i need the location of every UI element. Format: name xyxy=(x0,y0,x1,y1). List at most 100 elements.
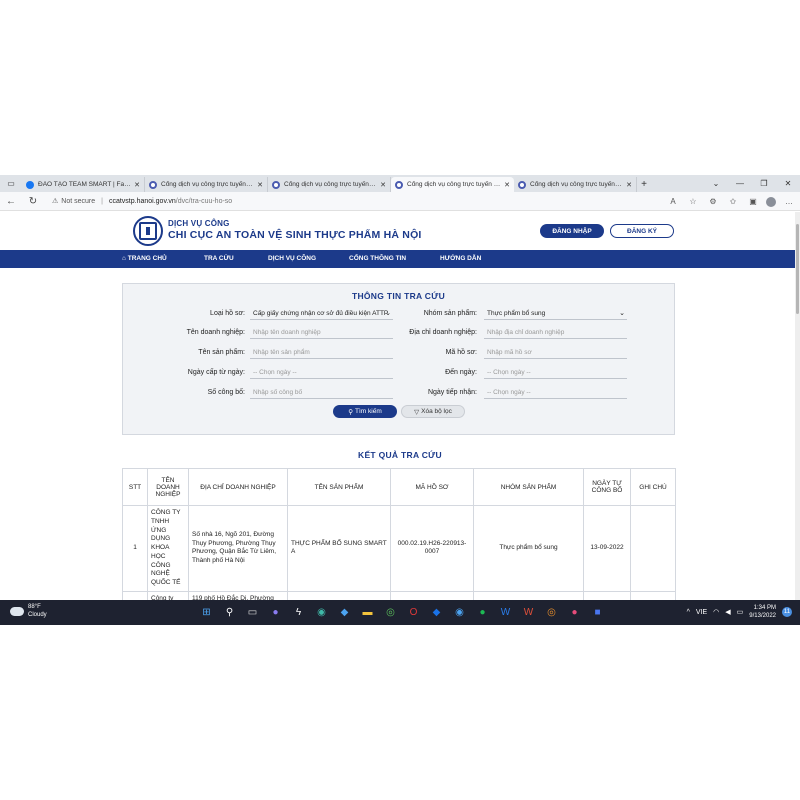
tab-title: Cổng dịch vụ công trực tuyến - Chi cục xyxy=(284,181,377,188)
site-logo-icon[interactable] xyxy=(133,216,163,246)
minimize-icon[interactable]: — xyxy=(728,175,752,192)
column-header[interactable]: ĐỊA CHỈ DOANH NGHIỆP xyxy=(188,468,288,506)
spotify-icon[interactable]: ● xyxy=(474,604,491,621)
taskbar-apps: ⊞ ⚲ ▭ ● ϟ ◉ ◆ ▬ ◎ O ◆ ◉ ● W W ◎ ● ■ xyxy=(198,604,606,621)
weather-widget[interactable]: 88°F Cloudy xyxy=(10,603,47,619)
refresh-icon[interactable]: ↻ xyxy=(22,192,44,211)
nav-item-services[interactable]: DỊCH VỤ CÔNG xyxy=(268,250,316,268)
weather-temp: 88°F xyxy=(28,604,41,610)
company-address-input[interactable]: Nhập địa chỉ doanh nghiệp xyxy=(484,327,627,339)
file-explorer-icon[interactable]: ▬ xyxy=(359,604,376,621)
widgets-icon[interactable]: ϟ xyxy=(290,604,307,621)
dropbox-icon[interactable]: ◆ xyxy=(428,604,445,621)
column-header[interactable]: NHÓM SẢN PHẨM xyxy=(473,468,584,506)
scrollbar-thumb[interactable] xyxy=(796,224,799,314)
volume-icon[interactable]: ◀ xyxy=(725,608,730,616)
received-date-picker[interactable]: -- Chọn ngày -- xyxy=(484,387,627,399)
more-icon[interactable]: … xyxy=(782,197,796,206)
tab-actions-icon[interactable]: ▭ xyxy=(0,175,22,192)
login-button[interactable]: ĐĂNG NHẬP xyxy=(540,224,604,238)
column-header[interactable]: TÊN SẢN PHẨM xyxy=(287,468,391,506)
column-header[interactable]: NGÀY TỰ CÔNG BỐ xyxy=(583,468,631,506)
tab-title: Cổng dịch vụ công trực tuyến - Chi cục xyxy=(161,181,254,188)
table-row[interactable]: 1 CÔNG TY TNHH ỨNG DỤNG KHOA HỌC CÔNG NG… xyxy=(122,505,676,592)
tab-title: Cổng dịch vụ công trực tuyến - Chi cục xyxy=(530,181,623,188)
close-icon[interactable]: ✕ xyxy=(504,181,510,189)
wps-icon[interactable]: W xyxy=(520,604,537,621)
table-header-row: STT TÊN DOANH NGHIỆP ĐỊA CHỈ DOANH NGHIỆ… xyxy=(122,468,676,506)
language-indicator[interactable]: VIE xyxy=(696,609,707,616)
favorite-star-icon[interactable]: ☆ xyxy=(686,197,700,206)
browser-tab-active[interactable]: Cổng dịch vụ công trực tuyến - Chi cục ✕ xyxy=(391,177,514,192)
battery-icon[interactable]: ▭ xyxy=(737,608,744,616)
register-button[interactable]: ĐĂNG KÝ xyxy=(610,224,674,238)
notification-badge[interactable]: 11 xyxy=(782,607,792,617)
extensions-icon[interactable]: ⚙ xyxy=(706,197,720,206)
search-button[interactable]: ⚲ Tìm kiếm xyxy=(333,405,397,418)
field-label: Ngày tiếp nhận: xyxy=(427,389,477,396)
nav-item-lookup[interactable]: TRA CỨU xyxy=(204,250,234,268)
edge-active-icon[interactable]: ◉ xyxy=(451,604,468,621)
browser-tab[interactable]: Cổng dịch vụ công trực tuyến - Chi cục ✕ xyxy=(268,177,391,192)
page-scrollbar[interactable] xyxy=(795,212,800,600)
read-aloud-icon[interactable]: A xyxy=(666,197,680,206)
field-label: Nhóm sản phẩm: xyxy=(423,310,477,317)
browser-tab[interactable]: ĐÀO TẠO TEAM SMART | Facebook ✕ xyxy=(22,177,145,192)
edge-icon[interactable]: ◉ xyxy=(313,604,330,621)
chevron-up-icon[interactable]: ^ xyxy=(687,609,690,616)
weather-desc: Cloudy xyxy=(28,612,47,618)
close-icon[interactable]: ✕ xyxy=(380,181,386,189)
url-separator: | xyxy=(101,197,103,205)
table-cell: Số nhà 16, Ngõ 201, Đường Thụy Phương, P… xyxy=(188,505,288,592)
back-icon[interactable]: ← xyxy=(0,192,22,211)
clock[interactable]: 1:34 PM 9/13/2022 xyxy=(749,604,776,620)
chrome-profile-icon[interactable]: ◎ xyxy=(543,604,560,621)
windows-taskbar: 88°F Cloudy ⊞ ⚲ ▭ ● ϟ ◉ ◆ ▬ ◎ O ◆ ◉ ● W … xyxy=(0,600,800,625)
wifi-icon[interactable]: ◠ xyxy=(713,608,719,616)
column-header[interactable]: TÊN DOANH NGHIỆP xyxy=(147,468,189,506)
site-name[interactable]: CHI CỤC AN TOÀN VỆ SINH THỰC PHẨM HÀ NỘI xyxy=(168,229,422,241)
teams-chat-icon[interactable]: ● xyxy=(267,604,284,621)
clear-filter-label: Xóa bộ lọc xyxy=(421,408,452,415)
restore-icon[interactable]: ❐ xyxy=(752,175,776,192)
profile-avatar[interactable] xyxy=(766,196,776,207)
site-subtitle: DỊCH VỤ CÔNG xyxy=(168,219,230,228)
chrome-icon[interactable]: ◎ xyxy=(382,604,399,621)
main-nav: ⌂ TRANG CHỦ TRA CỨU DỊCH VỤ CÔNG CỔNG TH… xyxy=(0,250,800,268)
collections-icon[interactable]: ▣ xyxy=(746,197,760,206)
record-code-input[interactable]: Nhập mã hồ sơ xyxy=(484,347,627,359)
nav-label: TRANG CHỦ xyxy=(127,255,167,262)
close-icon[interactable]: ✕ xyxy=(626,181,632,189)
opera-icon[interactable]: O xyxy=(405,604,422,621)
task-view-icon[interactable]: ▭ xyxy=(244,604,261,621)
product-group-select[interactable]: Thực phẩm bổ sung ⌄ xyxy=(484,308,627,320)
warning-icon: ⚠ xyxy=(52,198,59,205)
search-icon[interactable]: ⚲ xyxy=(221,604,238,621)
close-icon[interactable]: ✕ xyxy=(134,181,140,189)
store-icon[interactable]: ◆ xyxy=(336,604,353,621)
nav-item-home[interactable]: ⌂ TRANG CHỦ xyxy=(122,250,167,268)
browser-tab[interactable]: Cổng dịch vụ công trực tuyến - Chi cục ✕ xyxy=(145,177,268,192)
favorites-icon[interactable]: ✩ xyxy=(726,197,740,206)
cloud-icon xyxy=(10,606,24,616)
column-header[interactable]: GHI CHÚ xyxy=(630,468,676,506)
zoom-icon[interactable]: ■ xyxy=(589,604,606,621)
windows-start-icon[interactable]: ⊞ xyxy=(198,604,215,621)
chevron-down-icon[interactable]: ⌄ xyxy=(704,175,728,192)
url-field[interactable]: ⚠ Not secure | ccatvstp.hanoi.gov.vn /dv… xyxy=(52,197,232,206)
clear-filter-button[interactable]: ▽ Xóa bộ lọc xyxy=(401,405,465,418)
messenger-icon[interactable]: ● xyxy=(566,604,583,621)
column-header[interactable]: MÃ HỒ SƠ xyxy=(390,468,474,506)
word-icon[interactable]: W xyxy=(497,604,514,621)
close-icon[interactable]: ✕ xyxy=(257,181,263,189)
nav-item-guide[interactable]: HƯỚNG DẪN xyxy=(440,250,481,268)
security-label: Not secure xyxy=(61,197,96,205)
facebook-icon xyxy=(26,180,34,189)
column-header[interactable]: STT xyxy=(122,468,148,506)
nav-item-portal[interactable]: CỔNG THÔNG TIN xyxy=(349,250,406,268)
close-window-icon[interactable]: ✕ xyxy=(776,175,800,192)
browser-tab[interactable]: Cổng dịch vụ công trực tuyến - Chi cục ✕ xyxy=(514,177,637,192)
issue-date-to-picker[interactable]: -- Chọn ngày -- xyxy=(484,367,627,379)
new-tab-button[interactable]: + xyxy=(637,177,651,192)
table-cell xyxy=(630,505,676,592)
